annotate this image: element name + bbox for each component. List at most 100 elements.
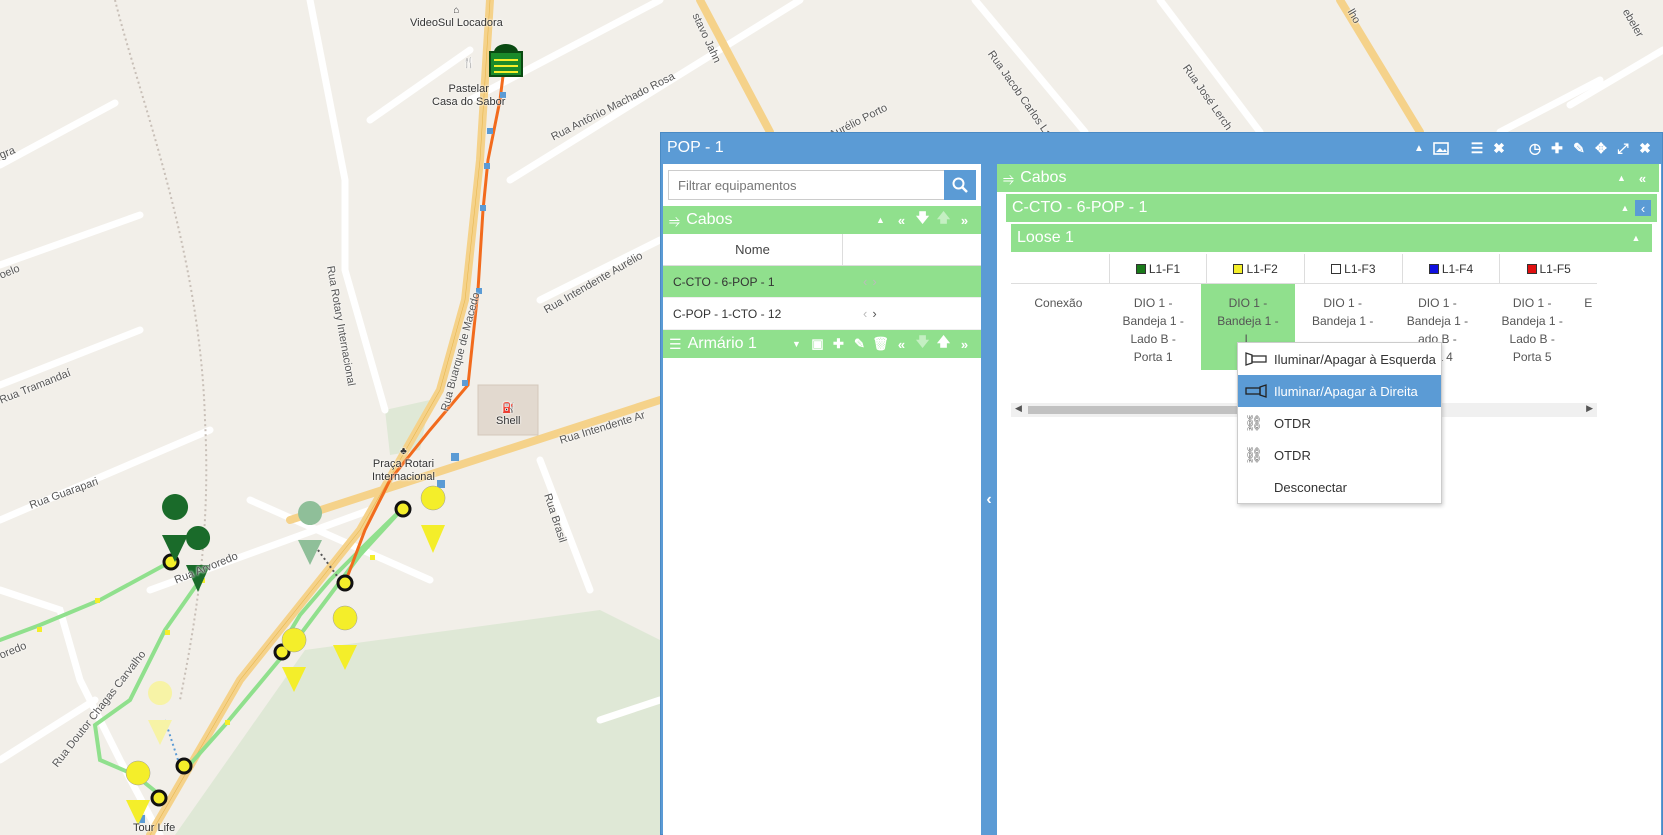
- cabos-label: Cabos: [686, 211, 733, 228]
- image-icon[interactable]: [1430, 137, 1452, 159]
- menu-item-label: OTDR: [1274, 415, 1311, 431]
- cable-header[interactable]: C-CTO - 6-POP - 1 ▲ ‹: [1006, 194, 1657, 222]
- chevron-right-icon[interactable]: ›: [872, 306, 876, 321]
- arrow-up-icon: 🡅: [936, 210, 951, 225]
- poi-label-shell: ⛽ Shell: [496, 403, 521, 427]
- filter-equipment-input[interactable]: [668, 170, 944, 200]
- menu-item-label: OTDR: [1274, 447, 1311, 463]
- col-actions: [843, 234, 981, 265]
- trash-icon[interactable]: 🗑: [870, 336, 891, 352]
- cabos-header[interactable]: ⥤ Cabos ▲ « 🡇 🡅 »: [663, 206, 981, 234]
- panel-splitter[interactable]: ‹: [981, 164, 997, 835]
- menu-item-illuminate-left[interactable]: Iluminar/Apagar à Esquerda: [1238, 343, 1441, 375]
- last-page-icon[interactable]: »: [954, 213, 975, 228]
- armario-header[interactable]: ☰ Armário 1 ▼ ▣ ✚ ✎ 🗑 « 🡇 🡅 »: [663, 330, 981, 358]
- poi-label-tour: Tour Life: [133, 822, 175, 835]
- arrow-down-icon[interactable]: 🡇: [912, 209, 933, 231]
- cable-name: C-POP - 1-CTO - 12: [673, 306, 782, 321]
- cable-row[interactable]: C-POP - 1-CTO - 12 ‹ ›: [663, 298, 981, 330]
- cabos-label: Cabos: [1020, 169, 1067, 186]
- fiber-label: L1-F1: [1148, 261, 1181, 276]
- menu-item-disconnect[interactable]: Desconectar: [1238, 471, 1441, 503]
- cable-title: C-CTO - 6-POP - 1: [1012, 199, 1148, 216]
- scroll-left-arrow[interactable]: ◀: [1015, 403, 1022, 414]
- poi-text: Shell: [496, 415, 521, 427]
- arrow-down-icon: 🡇: [915, 334, 930, 349]
- edit-icon[interactable]: ✎: [849, 336, 870, 352]
- add-icon[interactable]: ✚: [828, 336, 849, 352]
- fiber-header: L1-F1: [1108, 254, 1207, 283]
- close-icon[interactable]: ✖: [1634, 137, 1656, 159]
- collapse-icon[interactable]: ▲: [1611, 173, 1632, 183]
- cable-icon: ⥤: [1003, 169, 1015, 186]
- cable-icon: ⥤: [669, 211, 681, 228]
- loose-header[interactable]: Loose 1 ▲: [1011, 224, 1652, 252]
- fiber-header: L1-F5: [1499, 254, 1597, 283]
- chevron-right-icon: ›: [872, 274, 877, 289]
- cabos-detail-header[interactable]: ⥤ Cabos ▲ «: [997, 164, 1659, 192]
- menu-item-label: Iluminar/Apagar à Direita: [1274, 383, 1418, 399]
- first-page-icon[interactable]: «: [1632, 171, 1653, 186]
- poi-label-praca: ♣ Praça Rotari Internacional: [372, 446, 435, 483]
- scroll-right-arrow[interactable]: ▶: [1586, 403, 1593, 414]
- fiber-header: L1-F2: [1206, 254, 1304, 283]
- otdr-unlink-icon: ⛓: [1244, 447, 1264, 464]
- collapse-icon[interactable]: ▲: [1408, 137, 1430, 159]
- conexao-label: Conexão: [1034, 296, 1083, 310]
- menu-item-illuminate-right[interactable]: Iluminar/Apagar à Direita: [1238, 375, 1441, 407]
- cable-row[interactable]: C-CTO - 6-POP - 1 ‹ ›: [663, 266, 981, 298]
- chevron-left-icon[interactable]: ‹: [986, 491, 991, 509]
- connection-cell[interactable]: DIO 1 - Bandeja 1 - Lado B - Porta 1: [1106, 284, 1201, 370]
- expand-icon[interactable]: ⤢: [1612, 137, 1634, 159]
- fiber-label: L1-F5: [1539, 261, 1571, 276]
- chevron-down-icon[interactable]: ▼: [786, 339, 807, 349]
- image-icon[interactable]: ▣: [807, 336, 828, 352]
- fiber-label: L1-F2: [1246, 261, 1278, 276]
- cabos-table-header: Nome: [663, 234, 981, 266]
- collapse-icon[interactable]: ▲: [870, 215, 891, 225]
- back-button[interactable]: ‹: [1635, 200, 1651, 216]
- poi-label-videosul: ⌂ VideoSul Locadora: [410, 5, 503, 29]
- window-titlebar[interactable]: POP - 1 ▲ ☰ ✖ ◷ ✚ ✎ ✥ ⤢ ✖: [661, 133, 1662, 163]
- last-page-icon[interactable]: »: [954, 337, 975, 352]
- scroll-thumb[interactable]: [1028, 406, 1248, 414]
- context-menu: Iluminar/Apagar à Esquerda Iluminar/Apag…: [1237, 342, 1442, 504]
- armario-label: Armário 1: [687, 335, 757, 352]
- flashlight-right-icon: [1244, 384, 1274, 398]
- rack-icon: ☰: [669, 335, 682, 352]
- first-page-icon[interactable]: «: [891, 337, 912, 352]
- fiber-header-row: L1-F1 L1-F2 L1-F3 L1-F4 L1-F5: [1011, 254, 1597, 284]
- add-icon[interactable]: ✚: [1546, 137, 1568, 159]
- locate-icon[interactable]: ✥: [1590, 137, 1612, 159]
- menu-item-label: Desconectar: [1274, 479, 1347, 495]
- collapse-icon[interactable]: ▲: [1626, 233, 1646, 243]
- list-icon[interactable]: ☰: [1466, 137, 1488, 159]
- search-button[interactable]: [944, 170, 976, 200]
- otdr-link-icon: ⛓: [1244, 415, 1264, 432]
- poi-label-pastelaria: 🍴 Pastelar Casa do Sabor: [432, 58, 506, 108]
- menu-item-otdr[interactable]: ⛓ OTDR: [1238, 407, 1441, 439]
- poi-text: VideoSul Locadora: [410, 17, 503, 29]
- connection-cell[interactable]: DIO 1 - Bandeja 1 - Lado B - Porta 5: [1485, 284, 1580, 370]
- equipment-panel: ⥤ Cabos ▲ « 🡇 🡅 » Nome C-CTO - 6-POP - 1…: [663, 164, 981, 835]
- flashlight-left-icon: [1244, 352, 1274, 366]
- close-x-icon[interactable]: ✖: [1488, 137, 1510, 159]
- loose-title: Loose 1: [1017, 229, 1074, 246]
- chevron-left-icon: ‹: [863, 274, 868, 289]
- history-icon[interactable]: ◷: [1524, 137, 1546, 159]
- arrow-up-icon[interactable]: 🡅: [933, 333, 954, 355]
- collapse-icon[interactable]: ▲: [1615, 203, 1635, 213]
- poi-text: Tour Life: [133, 822, 176, 834]
- connection-cell-partial: E: [1584, 296, 1593, 310]
- menu-item-label: Iluminar/Apagar à Esquerda: [1274, 351, 1436, 367]
- first-page-icon[interactable]: «: [891, 213, 912, 228]
- col-nome[interactable]: Nome: [663, 234, 843, 265]
- menu-item-otdr[interactable]: ⛓ OTDR: [1238, 439, 1441, 471]
- fiber-header: L1-F3: [1304, 254, 1402, 283]
- edit-icon[interactable]: ✎: [1568, 137, 1590, 159]
- chevron-left-icon: ‹: [863, 306, 868, 321]
- poi-text: Praça Rotari Internacional: [372, 458, 435, 483]
- cable-name: C-CTO - 6-POP - 1: [673, 274, 775, 289]
- corner-cell: [1011, 254, 1109, 283]
- fiber-color-swatch: [1428, 263, 1439, 274]
